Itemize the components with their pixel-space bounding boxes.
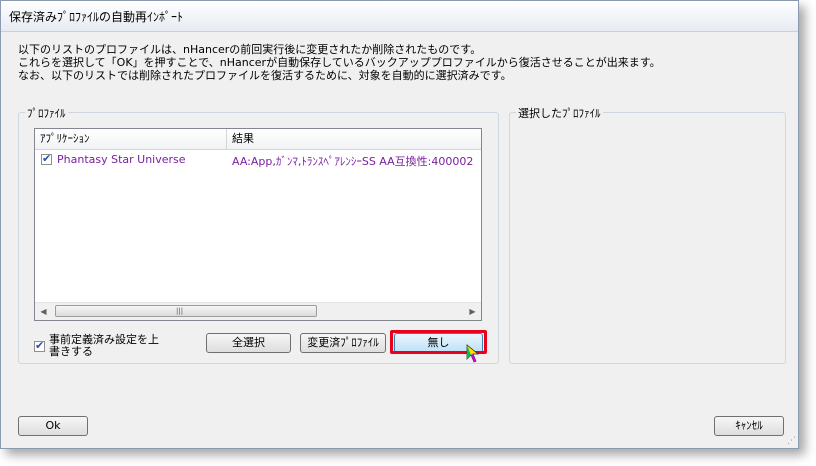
cursor-icon (466, 344, 480, 363)
arrow-right-icon[interactable]: ▶ (464, 303, 481, 320)
grip-icon: ||| (176, 307, 184, 315)
profiles-list[interactable]: ｱﾌﾟﾘｹｰｼｮﾝ 結果 ✔ Phantasy Star Universe AA… (34, 128, 482, 321)
window-title: 保存済みﾌﾟﾛﾌｧｲﾙの自動再ｲﾝﾎﾟｰﾄ (9, 10, 184, 24)
list-header: ｱﾌﾟﾘｹｰｼｮﾝ 結果 (35, 129, 481, 150)
changed-profiles-button[interactable]: 変更済ﾌﾟﾛﾌｧｲﾙ (300, 333, 386, 353)
row-application: Phantasy Star Universe (57, 153, 186, 166)
scrollbar-thumb[interactable]: ||| (55, 305, 317, 317)
resize-grip-icon[interactable]: ⋰ (787, 436, 796, 446)
cancel-button[interactable]: ｷｬﾝｾﾙ (714, 416, 784, 436)
overwrite-checkbox-label[interactable]: 事前定義済み設定を上 書きする (49, 334, 159, 358)
arrow-left-icon[interactable]: ◀ (35, 303, 52, 320)
profiles-group-label: ﾌﾟﾛﾌｧｲﾙ (25, 105, 68, 121)
title-bar[interactable]: 保存済みﾌﾟﾛﾌｧｲﾙの自動再ｲﾝﾎﾟｰﾄ (1, 1, 798, 32)
list-item[interactable]: ✔ Phantasy Star Universe AA:App,ｶﾞﾝﾏ,ﾄﾗﾝ… (35, 151, 481, 169)
description-line-2: これらを選択して「OK」を押すことで、nHancerが自動保存しているバックアッ… (18, 56, 661, 69)
overwrite-label-line-2: 書きする (49, 345, 93, 358)
column-header-result[interactable]: 結果 (227, 129, 481, 149)
column-header-application[interactable]: ｱﾌﾟﾘｹｰｼｮﾝ (35, 129, 227, 149)
row-result: AA:App,ｶﾞﾝﾏ,ﾄﾗﾝｽﾍﾟｱﾚﾝｼｰSS AA互換性:400002 (232, 155, 474, 168)
dialog-window: 保存済みﾌﾟﾛﾌｧｲﾙの自動再ｲﾝﾎﾟｰﾄ 以下のリストのプロファイルは、nHa… (0, 0, 799, 449)
horizontal-scrollbar[interactable]: ◀ ||| ▶ (35, 302, 481, 320)
description-line-3: なお、以下のリストでは削除されたプロファイルを復活するために、対象を自動的に選択… (18, 69, 512, 82)
selected-profiles-group: 選択したﾌﾟﾛﾌｧｲﾙ (509, 105, 786, 364)
select-all-button[interactable]: 全選択 (206, 333, 291, 353)
selected-profiles-group-label: 選択したﾌﾟﾛﾌｧｲﾙ (516, 105, 603, 121)
overwrite-checkbox[interactable]: ✔ (34, 339, 45, 352)
checkmark-icon: ✔ (35, 339, 45, 352)
checkmark-icon: ✔ (42, 152, 52, 165)
ok-button[interactable]: Ok (18, 416, 88, 436)
row-checkbox[interactable]: ✔ (41, 152, 52, 165)
description-line-1: 以下のリストのプロファイルは、nHancerの前回実行後に変更されたか削除された… (18, 43, 482, 56)
description: 以下のリストのプロファイルは、nHancerの前回実行後に変更されたか削除された… (18, 43, 778, 82)
